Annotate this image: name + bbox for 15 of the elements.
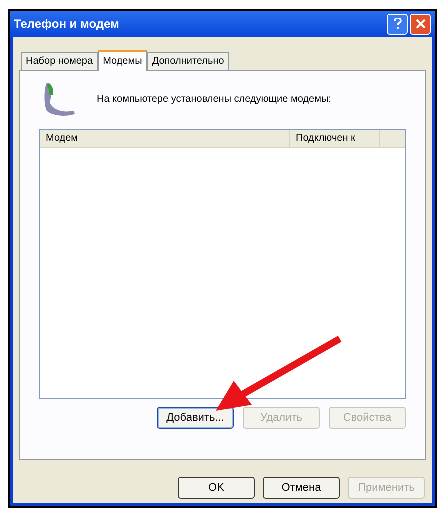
column-header[interactable]: Подключен к [290,130,380,147]
help-icon [394,18,402,30]
button[interactable]: Отмена [263,477,340,499]
close-icon [416,19,426,29]
button[interactable]: OK [178,477,255,499]
window-title: Телефон и модем [14,16,120,33]
tab[interactable]: Дополнительно [147,52,230,70]
button[interactable]: Добавить... [157,407,234,429]
telephone-icon [43,81,77,117]
tab[interactable]: Модемы [98,50,148,71]
close-button[interactable] [410,14,431,34]
help-button[interactable] [387,14,408,34]
intro-text: На компьютере установлены следующие модемы: [97,92,332,106]
column-header[interactable]: Модем [40,130,290,147]
tab[interactable]: Набор номера [21,52,98,70]
